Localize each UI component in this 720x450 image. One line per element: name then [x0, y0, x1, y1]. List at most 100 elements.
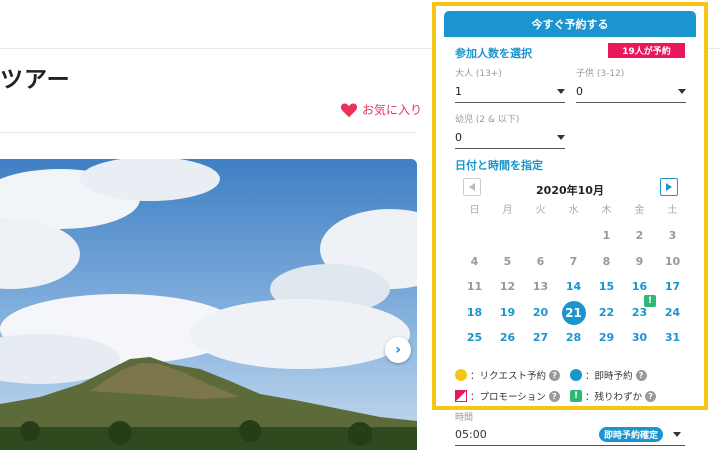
question-icon[interactable]: ? — [645, 390, 657, 402]
calendar-day[interactable]: 20 — [524, 301, 557, 325]
legend-request: ：リクエスト予約 ? — [455, 368, 561, 382]
day-number: 11 — [466, 280, 483, 294]
adult-select[interactable]: 1 — [455, 81, 565, 103]
child-select[interactable]: 0 — [576, 81, 686, 103]
calendar-empty-cell — [491, 224, 524, 248]
calendar-day[interactable]: 27 — [524, 326, 557, 350]
calendar-day-unavailable: 4 — [458, 250, 491, 274]
carousel-next-button[interactable]: › — [385, 337, 411, 363]
calendar-day[interactable]: 19 — [491, 301, 524, 325]
calendar-day-unavailable: 7 — [557, 250, 590, 274]
calendar-day[interactable]: 22 — [590, 301, 623, 325]
day-number: 1 — [602, 229, 611, 243]
calendar-day[interactable]: 14 — [557, 275, 590, 299]
day-number: 12 — [499, 280, 516, 294]
weekday-label: 土 — [667, 204, 678, 216]
calendar-empty-cell — [557, 224, 590, 248]
day-number: 6 — [536, 254, 545, 268]
chevron-down-icon — [673, 432, 681, 437]
calendar-day-unavailable: 11 — [458, 275, 491, 299]
calendar-day-unavailable: 10 — [656, 250, 689, 274]
day-number: 22 — [598, 305, 615, 319]
calendar-day[interactable]: 23! — [623, 294, 656, 325]
calendar-empty-cell — [458, 224, 491, 248]
calendar-day[interactable]: 31 — [656, 326, 689, 350]
day-number: 20 — [532, 305, 549, 319]
infant-value: 0 — [455, 131, 462, 144]
calendar-empty-cell — [524, 224, 557, 248]
promotion-flag-icon — [455, 390, 467, 402]
page-title: ツアー — [0, 67, 71, 93]
calendar-day[interactable]: 28 — [557, 326, 590, 350]
weekday-label: 月 — [502, 204, 513, 216]
day-number: 15 — [598, 280, 615, 294]
legend-few-left: ! ：残りわずか ? — [570, 389, 657, 403]
chevron-down-icon — [557, 89, 565, 94]
date-time-title: 日付と時間を指定 — [455, 159, 543, 172]
day-number: 23 — [631, 305, 648, 319]
chevron-down-icon — [678, 89, 686, 94]
few-left-icon: ! — [570, 390, 582, 402]
request-dot-icon — [455, 369, 467, 381]
legend-instant: ：即時予約 ? — [570, 368, 647, 382]
day-number: 28 — [565, 331, 582, 345]
time-select[interactable]: 05:00 即時予約確定 — [455, 424, 685, 446]
day-number: 9 — [635, 254, 644, 268]
day-number: 5 — [503, 254, 512, 268]
calendar-day[interactable]: 30 — [623, 326, 656, 350]
booked-count-badge: 19人が予約 — [608, 43, 685, 58]
day-number: 21 — [561, 300, 586, 325]
infant-select[interactable]: 0 — [455, 127, 565, 149]
day-number: 8 — [602, 254, 611, 268]
calendar-day-unavailable: 5 — [491, 250, 524, 274]
calendar-day[interactable]: 15 — [590, 275, 623, 299]
legend-few-left-label: ：残りわずか — [585, 392, 643, 403]
chevron-right-icon: › — [395, 342, 401, 358]
day-number: 2 — [635, 229, 644, 243]
calendar-weekday-row: 日月火水木金土 — [458, 198, 689, 224]
day-number: 10 — [664, 254, 681, 268]
participants-title: 参加人数を選択 — [455, 47, 532, 60]
calendar-week-row: 4 5 6 7 8 9 10 — [458, 249, 689, 275]
calendar-week-row: 18 19 20 21 22 23! 24 — [458, 294, 689, 326]
legend-promotion-label: ：プロモーション — [470, 392, 546, 403]
question-icon[interactable]: ? — [635, 369, 647, 381]
calendar-day-unavailable: 2 — [623, 224, 656, 248]
few-left-icon: ! — [644, 294, 656, 307]
calendar-day-unavailable: 12 — [491, 275, 524, 299]
calendar-day-selected[interactable]: 21 — [557, 300, 590, 325]
time-value: 05:00 — [455, 428, 487, 441]
question-icon[interactable]: ? — [549, 369, 561, 381]
calendar-day[interactable]: 26 — [491, 326, 524, 350]
day-number: 25 — [466, 331, 483, 345]
calendar-day[interactable]: 18 — [458, 301, 491, 325]
calendar-day-unavailable: 8 — [590, 250, 623, 274]
heart-icon — [340, 102, 358, 117]
day-number: 31 — [664, 331, 681, 345]
book-now-header[interactable]: 今すぐ予約する — [444, 11, 696, 37]
weekday-label: 金 — [634, 204, 645, 216]
question-icon[interactable]: ? — [548, 390, 560, 402]
legend-promotion: ：プロモーション ? — [455, 389, 560, 403]
calendar-day[interactable]: 24 — [656, 301, 689, 325]
instant-confirm-badge: 即時予約確定 — [598, 427, 663, 442]
child-value: 0 — [576, 85, 583, 98]
calendar-day-unavailable: 1 — [590, 224, 623, 248]
day-number: 24 — [664, 305, 681, 319]
calendar-day[interactable]: 17 — [656, 275, 689, 299]
calendar-next-button[interactable] — [660, 178, 678, 196]
adult-label: 大人 (13+) — [455, 69, 502, 79]
adult-value: 1 — [455, 85, 462, 98]
day-number: 27 — [532, 331, 549, 345]
weekday-label: 木 — [601, 204, 612, 216]
day-number: 13 — [532, 280, 549, 294]
day-number: 29 — [598, 331, 615, 345]
calendar-day[interactable]: 29 — [590, 326, 623, 350]
favorite-button[interactable]: お気に入り — [340, 101, 422, 118]
calendar-week-row: 25 26 27 28 29 30 31 — [458, 326, 689, 352]
weekday-label: 日 — [469, 204, 480, 216]
day-number: 18 — [466, 305, 483, 319]
calendar-day[interactable]: 25 — [458, 326, 491, 350]
chevron-down-icon — [557, 135, 565, 140]
day-number: 16 — [631, 280, 648, 294]
